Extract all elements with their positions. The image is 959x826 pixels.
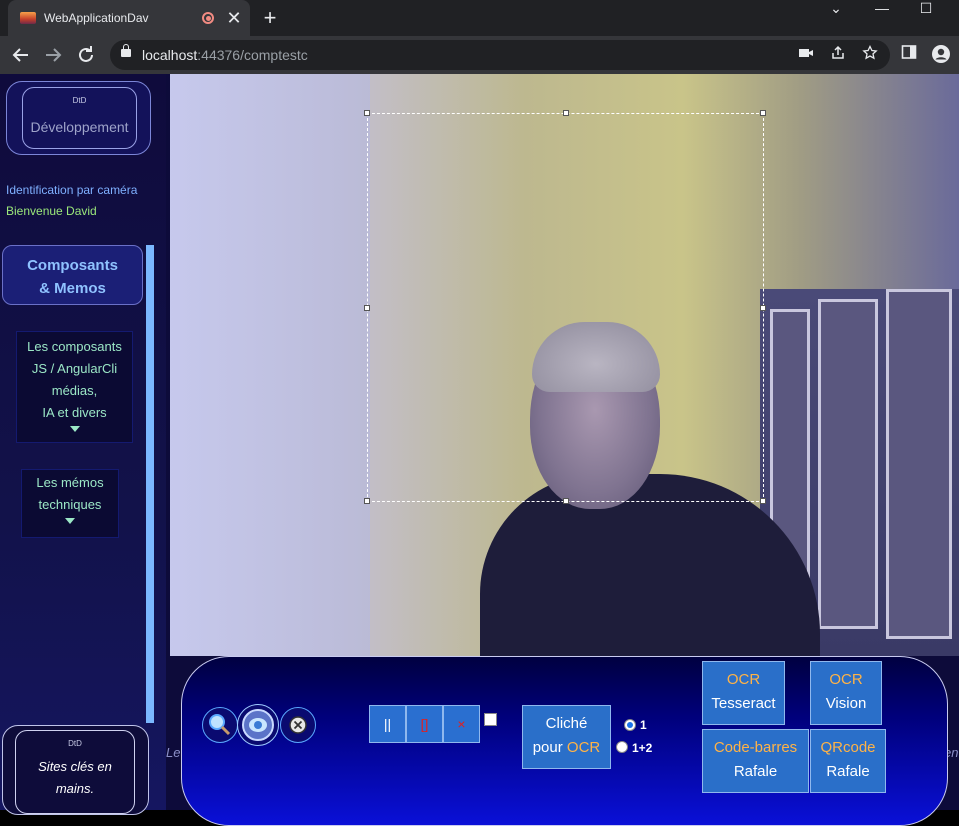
camera-in-use-icon[interactable] — [796, 45, 816, 65]
reload-icon[interactable] — [73, 42, 99, 68]
forward-arrow-icon[interactable] — [40, 42, 66, 68]
web-page: DtD Développement Identification par cam… — [0, 74, 959, 826]
zoom-button[interactable] — [202, 707, 238, 743]
camera-wall — [170, 74, 370, 656]
qrcode-burst-button[interactable]: QRcode Rafale — [810, 729, 886, 793]
crop-handle[interactable] — [364, 110, 370, 116]
magnifier-icon — [209, 714, 231, 736]
crop-selection-rectangle[interactable] — [364, 110, 766, 504]
lens-icon — [242, 709, 274, 741]
crop-handle[interactable] — [760, 305, 766, 311]
camera-control-panel: || [] × Cliché pour OCR 1 1+2 OCR Tesser… — [181, 656, 948, 826]
back-arrow-icon[interactable] — [8, 42, 34, 68]
sites-cles-logo[interactable]: DtD Sites clés en mains. — [2, 725, 149, 815]
address-bar[interactable]: localhost:44376/comptestc — [110, 40, 890, 70]
components-line: IA et divers — [42, 405, 107, 420]
url-text: localhost:44376/comptestc — [142, 47, 308, 63]
camera-identification-label: Identification par caméra — [6, 183, 138, 197]
logo-mark: DtD — [72, 96, 87, 105]
cancel-button[interactable] — [280, 707, 316, 743]
sidebar-scrollbar[interactable] — [146, 245, 154, 723]
components-menu[interactable]: Les composants JS / AngularCli médias, I… — [16, 331, 133, 443]
share-icon[interactable] — [828, 45, 848, 65]
radio-1-plus-2[interactable] — [616, 741, 628, 753]
browser-toolbar: localhost:44376/comptestc — [0, 36, 959, 74]
lock-icon — [121, 44, 131, 57]
sites-mark: DtD — [68, 739, 82, 748]
menu-head-line2: & Memos — [39, 280, 106, 297]
radio-1[interactable] — [624, 719, 636, 731]
components-line: Les composants — [27, 339, 122, 354]
recording-indicator-icon — [202, 12, 214, 24]
close-circle-icon — [289, 716, 307, 734]
profile-avatar-icon[interactable] — [930, 44, 952, 66]
memos-line: Les mémos — [36, 475, 104, 490]
radio-1-plus-2-label: 1+2 — [632, 741, 653, 755]
crop-handle[interactable] — [760, 498, 766, 504]
browser-tab[interactable]: WebApplicationDav ✕ — [8, 0, 250, 36]
logo-inner: DtD Développement — [22, 87, 137, 149]
capture-mode-button[interactable] — [237, 704, 279, 746]
chevron-down-icon — [69, 426, 80, 432]
side-panel-icon[interactable] — [898, 44, 920, 66]
option-checkbox[interactable] — [484, 713, 497, 726]
crop-handle[interactable] — [364, 305, 370, 311]
barcode-burst-button[interactable]: Code-barres Rafale — [702, 729, 809, 793]
tab-close-icon[interactable]: ✕ — [224, 9, 244, 27]
camera-video-feed[interactable] — [170, 74, 959, 656]
components-memos-header[interactable]: Composants & Memos — [2, 245, 143, 305]
crop-handle[interactable] — [364, 498, 370, 504]
camera-window-pane — [818, 299, 878, 629]
partial-text-left: Le — [166, 745, 181, 760]
welcome-message: Bienvenue David — [6, 204, 97, 218]
tab-search-dropdown-icon[interactable]: ⌄ — [816, 0, 856, 16]
components-line: médias, — [51, 383, 98, 398]
sidebar: DtD Développement Identification par cam… — [0, 74, 166, 815]
crop-handle[interactable] — [563, 498, 569, 504]
bookmark-star-icon[interactable] — [860, 44, 880, 65]
logo-developpement[interactable]: DtD Développement — [6, 81, 151, 155]
ocr-tesseract-button[interactable]: OCR Tesseract — [702, 661, 785, 725]
memos-line: techniques — [38, 497, 102, 512]
chevron-down-icon — [65, 518, 75, 524]
new-tab-button[interactable]: + — [258, 6, 282, 30]
close-stream-button[interactable]: × — [443, 705, 480, 743]
menu-head-line1: Composants — [27, 257, 118, 274]
crop-handle[interactable] — [760, 110, 766, 116]
tab-title: WebApplicationDav — [44, 11, 149, 25]
sites-inner: DtD Sites clés en mains. — [15, 730, 135, 814]
maximize-window-button[interactable]: ☐ — [906, 0, 946, 16]
sites-text: Sites clés en mains. — [38, 759, 112, 796]
site-favicon-icon — [20, 12, 36, 24]
pause-button[interactable]: || — [369, 705, 406, 743]
memos-menu[interactable]: Les mémos techniques — [21, 469, 119, 538]
stop-button[interactable]: [] — [406, 705, 443, 743]
browser-tab-bar: WebApplicationDav ✕ + ⌄ — ☐ — [0, 0, 959, 36]
camera-window-pane — [886, 289, 952, 639]
ocr-vision-button[interactable]: OCR Vision — [810, 661, 882, 725]
components-line: JS / AngularCli — [31, 361, 118, 376]
crop-handle[interactable] — [563, 110, 569, 116]
logo-text: Développement — [30, 119, 129, 135]
minimize-window-button[interactable]: — — [862, 0, 902, 16]
snapshot-for-ocr-button[interactable]: Cliché pour OCR — [522, 705, 611, 769]
radio-1-label: 1 — [640, 718, 647, 732]
